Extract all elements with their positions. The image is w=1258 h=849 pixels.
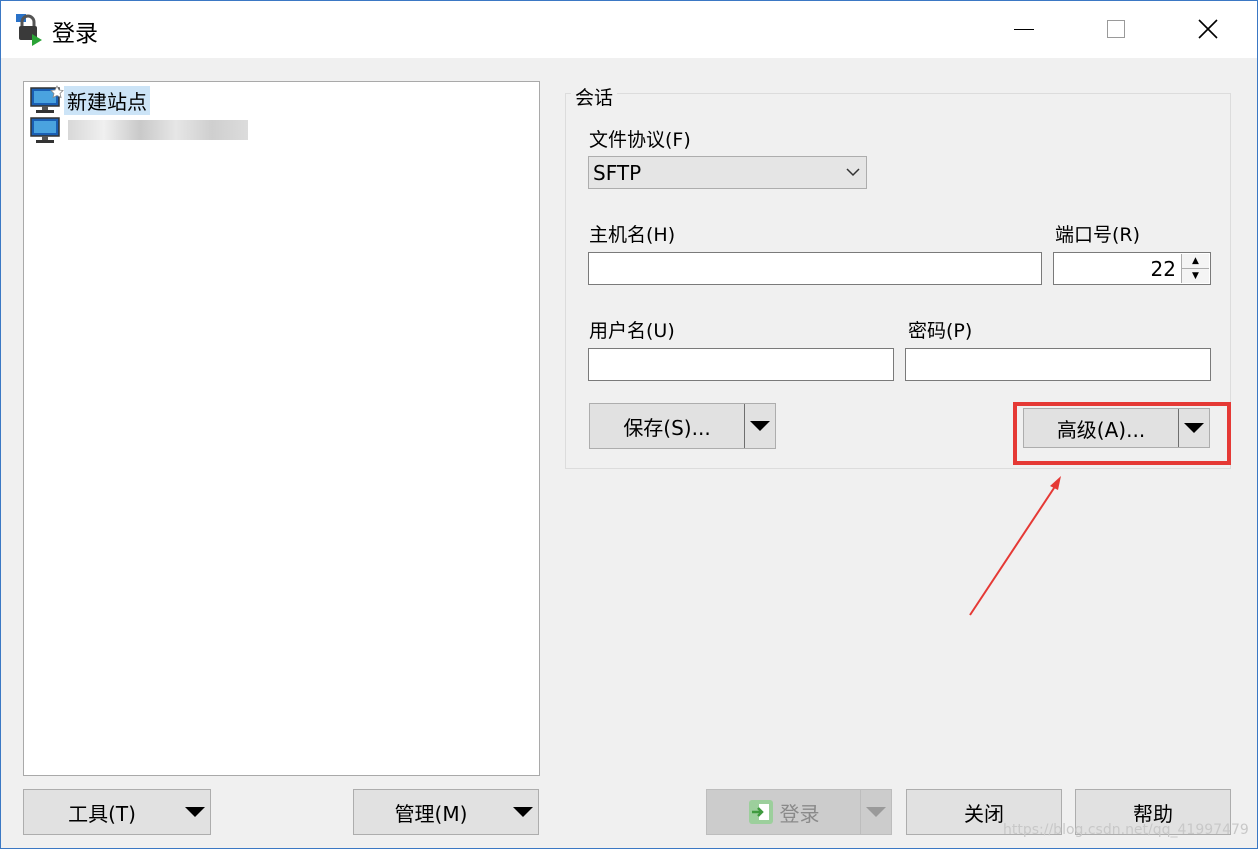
- annotation-arrow: [969, 476, 1061, 616]
- username-input[interactable]: [588, 348, 894, 381]
- maximize-icon: [1107, 20, 1125, 38]
- login-button[interactable]: 登录: [706, 789, 892, 835]
- dropdown-arrow-icon: [866, 807, 886, 817]
- site-item-saved[interactable]: [30, 115, 248, 145]
- minimize-button[interactable]: [978, 0, 1070, 58]
- user-label: 用户名(U): [589, 320, 675, 342]
- site-item-label: 新建站点: [64, 85, 150, 115]
- port-stepper[interactable]: 22 ▲ ▼: [1053, 252, 1211, 285]
- manage-dropdown[interactable]: [508, 790, 538, 834]
- manage-button[interactable]: 管理(M): [353, 789, 539, 835]
- login-button-label: 登录: [779, 801, 820, 826]
- dropdown-arrow-icon: [513, 807, 533, 817]
- maximize-button[interactable]: [1070, 0, 1162, 58]
- tools-button-label: 工具(T): [68, 801, 136, 826]
- protocol-label: 文件协议(F): [589, 129, 691, 151]
- blurred-site-name: [68, 120, 248, 140]
- port-label: 端口号(R): [1055, 224, 1141, 246]
- password-label: 密码(P): [908, 320, 973, 342]
- close-icon: [1198, 19, 1218, 39]
- host-input[interactable]: [588, 252, 1042, 285]
- tools-button[interactable]: 工具(T): [23, 789, 211, 835]
- chevron-down-icon: [846, 168, 860, 177]
- port-value: 22: [1150, 257, 1176, 281]
- protocol-value: SFTP: [593, 160, 642, 185]
- site-tree[interactable]: 新建站点: [23, 81, 540, 776]
- password-input[interactable]: [905, 348, 1211, 381]
- login-dropdown[interactable]: [860, 790, 891, 834]
- minimize-icon: [1014, 28, 1034, 30]
- spin-up-icon[interactable]: ▲: [1181, 254, 1209, 269]
- watermark: https://blog.csdn.net/qq_41997479: [1003, 822, 1249, 838]
- protocol-select[interactable]: SFTP: [588, 156, 867, 189]
- spin-down-icon[interactable]: ▼: [1181, 269, 1209, 283]
- monitor-icon: [30, 117, 60, 143]
- new-site-monitor-icon: [30, 85, 64, 113]
- save-dropdown[interactable]: [744, 404, 775, 448]
- highlight-box: [1013, 402, 1231, 465]
- site-item-new[interactable]: 新建站点: [30, 85, 150, 115]
- login-icon: [748, 800, 773, 824]
- close-window-button[interactable]: [1162, 0, 1254, 58]
- tools-dropdown[interactable]: [180, 790, 210, 834]
- session-legend: 会话: [571, 83, 618, 110]
- dropdown-arrow-icon: [750, 421, 770, 431]
- manage-button-label: 管理(M): [394, 801, 468, 826]
- host-label: 主机名(H): [589, 224, 676, 246]
- lock-login-icon: [14, 12, 46, 46]
- dropdown-arrow-icon: [185, 807, 205, 817]
- window-title: 登录: [52, 21, 98, 47]
- save-button-label: 保存(S)...: [623, 415, 711, 440]
- save-button[interactable]: 保存(S)...: [589, 403, 776, 449]
